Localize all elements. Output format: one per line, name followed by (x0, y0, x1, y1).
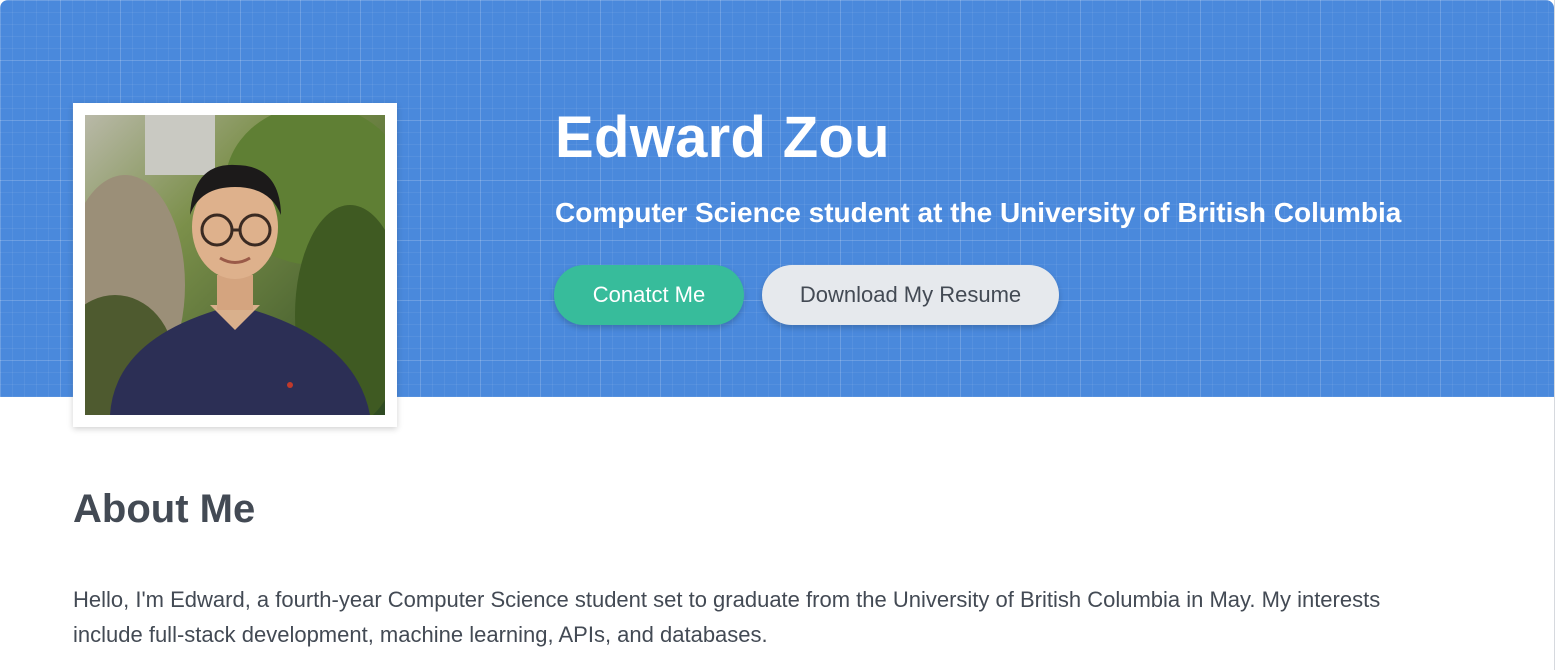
download-resume-button[interactable]: Download My Resume (762, 265, 1059, 325)
profile-photo-frame (73, 103, 397, 427)
about-heading: About Me (73, 487, 256, 531)
page: Edward Zou Computer Science student at t… (0, 0, 1555, 670)
about-paragraph: Hello, I'm Edward, a fourth-year Compute… (73, 587, 1381, 647)
contact-button[interactable]: Conatct Me (554, 265, 744, 325)
profile-photo (85, 115, 385, 415)
subtitle: Computer Science student at the Universi… (555, 197, 1402, 228)
page-title: Edward Zou (555, 105, 890, 170)
